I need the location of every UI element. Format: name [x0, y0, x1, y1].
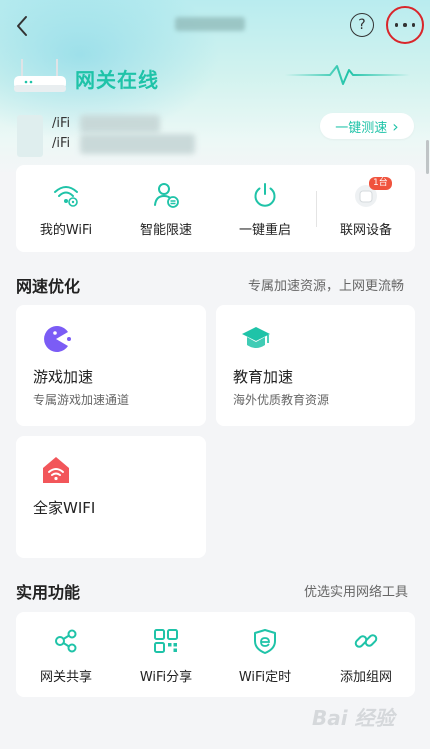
family-wifi-title: 全家WIFI — [33, 499, 96, 517]
power-icon — [254, 183, 276, 207]
tool-wifi-share-label: WiFi分享 — [139, 670, 193, 685]
wifi-name-1: /iFi — [52, 116, 71, 131]
education-boost-desc: 海外优质教育资源 — [233, 393, 330, 407]
education-boost-card[interactable]: 教育加速 海外优质教育资源 — [216, 305, 415, 426]
wifi-name-2-blurred — [80, 134, 195, 154]
quick-devices-label: 联网设备 — [339, 223, 392, 238]
game-boost-title: 游戏加速 — [33, 368, 94, 386]
more-dots-icon — [394, 23, 399, 27]
tool-gateway-share[interactable]: 网关共享 — [26, 612, 106, 697]
qr-code-icon — [154, 629, 178, 653]
wifi-name-2: /iFi — [52, 136, 71, 151]
gateway-status: 网关在线 — [75, 68, 159, 92]
scrollbar[interactable] — [426, 140, 429, 174]
divider — [316, 191, 317, 227]
tools-card: 网关共享 WiFi分享 WiFi定时 添加组网 — [16, 612, 415, 697]
quick-actions-card: 我的WiFi 智能限速 一键重启 1台 联网设备 — [16, 165, 415, 252]
speed-section-title: 网速优化 — [16, 277, 81, 296]
share-icon — [55, 629, 77, 653]
tool-wifi-share[interactable]: WiFi分享 — [126, 612, 206, 697]
speed-test-button[interactable]: 一键测速 › — [320, 113, 414, 139]
device-count-badge: 1台 — [369, 177, 392, 190]
tool-wifi-timer[interactable]: WiFi定时 — [225, 612, 305, 697]
tools-section-title: 实用功能 — [16, 583, 81, 602]
link-icon — [354, 634, 378, 648]
education-boost-title: 教育加速 — [233, 368, 294, 386]
shield-timer-icon — [254, 629, 276, 654]
speed-section-subtitle: 专属加速资源，上网更流畅 — [248, 279, 405, 294]
top-bar: ? — [0, 0, 430, 52]
chevron-left-icon — [17, 16, 27, 36]
game-pacman-icon — [44, 326, 71, 352]
family-wifi-card[interactable]: 全家WIFI — [16, 436, 206, 558]
wifi-avatar-blurred — [17, 115, 43, 157]
home-wifi-icon — [43, 457, 69, 483]
quick-restart[interactable]: 一键重启 — [225, 165, 305, 252]
wifi-name-1-blurred — [80, 115, 160, 133]
tools-section-subtitle: 优选实用网络工具 — [304, 585, 409, 600]
quick-devices[interactable]: 1台 联网设备 — [326, 165, 406, 252]
quick-speed-limit-label: 智能限速 — [139, 223, 192, 238]
game-boost-card[interactable]: 游戏加速 专属游戏加速通道 — [16, 305, 206, 426]
help-button[interactable]: ? — [350, 13, 374, 37]
router-image — [14, 59, 66, 92]
quick-my-wifi[interactable]: 我的WiFi — [26, 165, 106, 252]
game-boost-desc: 专属游戏加速通道 — [33, 393, 130, 407]
tool-add-mesh[interactable]: 添加组网 — [326, 612, 406, 697]
user-speed-limit-icon — [154, 183, 179, 208]
graduation-cap-icon — [242, 327, 270, 348]
pulse-line-icon — [285, 65, 410, 85]
wifi-settings-icon — [54, 186, 78, 207]
quick-my-wifi-label: 我的WiFi — [39, 223, 93, 238]
quick-restart-label: 一键重启 — [238, 223, 291, 238]
speed-test-label: 一键测速 — [335, 120, 388, 136]
tool-add-mesh-label: 添加组网 — [339, 670, 392, 685]
back-button[interactable] — [8, 12, 36, 40]
quick-speed-limit[interactable]: 智能限速 — [126, 165, 206, 252]
more-button[interactable] — [386, 6, 424, 44]
tool-gateway-share-label: 网关共享 — [39, 670, 92, 685]
page-title-blurred — [175, 17, 245, 31]
watermark: Bai 经验 — [312, 706, 395, 730]
chevron-right-icon: › — [392, 116, 399, 136]
tool-wifi-timer-label: WiFi定时 — [238, 670, 292, 685]
